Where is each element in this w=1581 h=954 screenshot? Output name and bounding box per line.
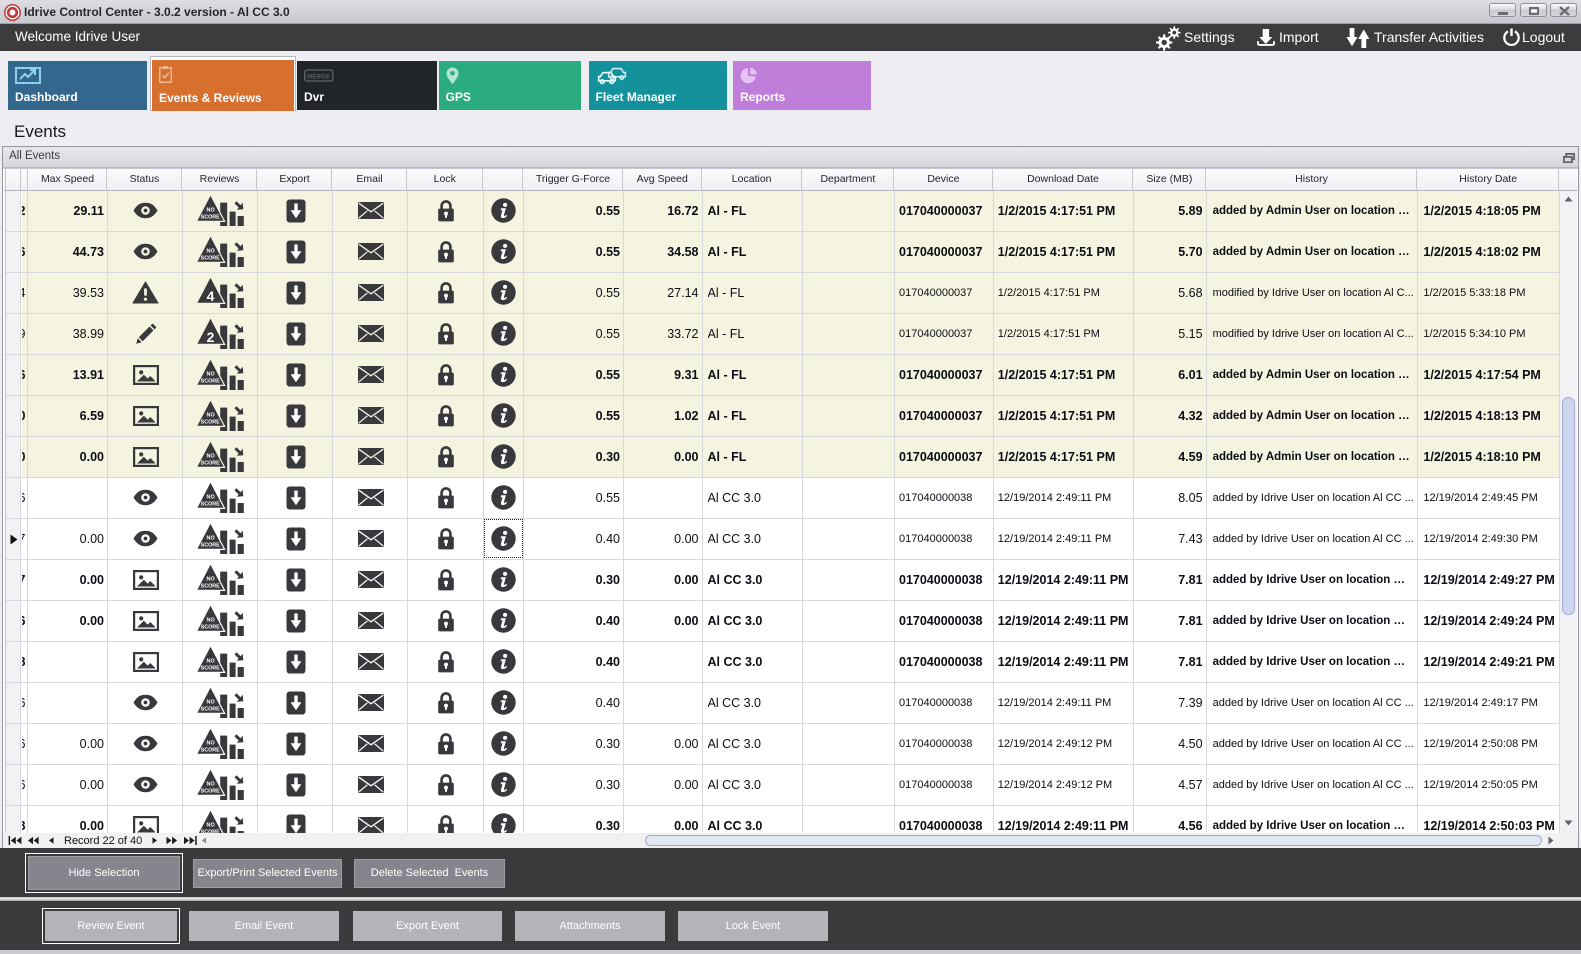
svg-text:NO: NO xyxy=(207,658,215,664)
svg-text:SCORE: SCORE xyxy=(201,747,221,753)
svg-text:SCORE: SCORE xyxy=(201,665,221,671)
svg-text:NO: NO xyxy=(207,453,215,459)
svg-text:SCORE: SCORE xyxy=(201,583,221,589)
svg-text:NO: NO xyxy=(207,412,215,418)
svg-text:SCORE: SCORE xyxy=(201,501,221,507)
svg-text:NO: NO xyxy=(207,617,215,623)
svg-text:NO: NO xyxy=(207,248,215,254)
svg-text:SCORE: SCORE xyxy=(201,706,221,712)
svg-text:NO: NO xyxy=(207,699,215,705)
svg-text:NO: NO xyxy=(207,781,215,787)
svg-text:SCORE: SCORE xyxy=(201,255,221,261)
svg-text:NO: NO xyxy=(207,371,215,377)
svg-text:2: 2 xyxy=(207,329,215,345)
svg-text:NO: NO xyxy=(207,740,215,746)
svg-text:NO: NO xyxy=(207,822,215,828)
svg-text:NO: NO xyxy=(207,494,215,500)
svg-text:SCORE: SCORE xyxy=(201,214,221,220)
svg-text:NO: NO xyxy=(207,207,215,213)
svg-text:SCORE: SCORE xyxy=(201,542,221,548)
svg-text:4: 4 xyxy=(207,288,215,304)
svg-text:SCORE: SCORE xyxy=(201,460,221,466)
svg-text:NO: NO xyxy=(207,576,215,582)
svg-text:MERGE: MERGE xyxy=(307,73,331,80)
svg-text:SCORE: SCORE xyxy=(201,788,221,794)
svg-text:SCORE: SCORE xyxy=(201,624,221,630)
svg-text:NO: NO xyxy=(207,535,215,541)
svg-text:SCORE: SCORE xyxy=(201,378,221,384)
svg-text:SCORE: SCORE xyxy=(201,419,221,425)
